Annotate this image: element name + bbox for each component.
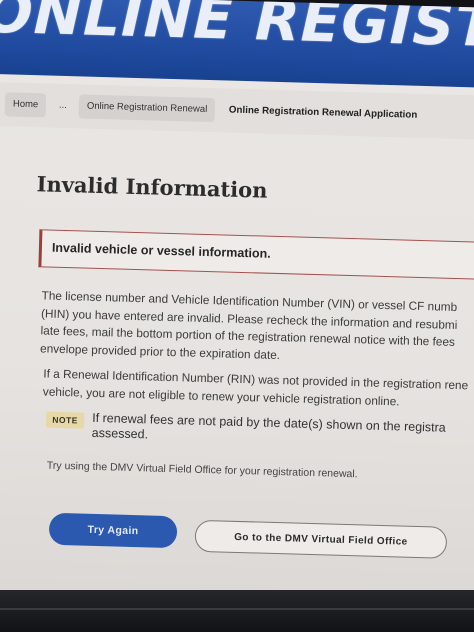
- page-content: Home ... Online Registration Renewal Onl…: [0, 73, 474, 606]
- screen: ONLINE REGISTRATIO Home ... Online Regis…: [0, 0, 474, 632]
- try-again-button[interactable]: Try Again: [48, 512, 178, 549]
- rin-paragraph: If a Renewal Identification Number (RIN)…: [43, 365, 474, 412]
- breadcrumb-current: Online Registration Renewal Application: [228, 104, 418, 121]
- monitor-bezel: [0, 590, 474, 632]
- virtual-office-tip: Try using the DMV Virtual Field Office f…: [46, 459, 358, 481]
- breadcrumb-home-link[interactable]: Home: [4, 92, 47, 118]
- invalid-info-paragraph: The license number and Vehicle Identific…: [40, 287, 474, 369]
- photo-frame: ONLINE REGISTRATIO Home ... Online Regis…: [0, 0, 474, 632]
- breadcrumb: Home ... Online Registration Renewal Onl…: [0, 81, 474, 140]
- page-title: Invalid Information: [36, 171, 268, 203]
- error-alert: Invalid vehicle or vessel information.: [38, 229, 474, 281]
- bezel-edge: [0, 608, 474, 610]
- note-text: If renewal fees are not paid by the date…: [92, 411, 474, 452]
- error-alert-text: Invalid vehicle or vessel information.: [51, 240, 271, 261]
- virtual-field-office-button[interactable]: Go to the DMV Virtual Field Office: [194, 519, 448, 559]
- banner-title: ONLINE REGISTRATIO: [0, 0, 474, 66]
- breadcrumb-ellipsis[interactable]: ...: [51, 94, 76, 119]
- breadcrumb-parent-link[interactable]: Online Registration Renewal: [78, 94, 216, 123]
- note-badge: NOTE: [45, 411, 85, 429]
